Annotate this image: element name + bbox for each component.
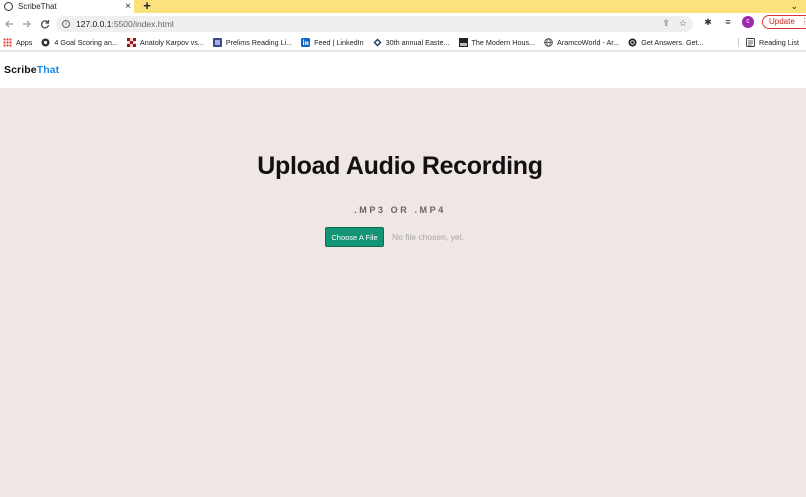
bookmark-linkedin[interactable]: Feed | LinkedIn	[301, 37, 364, 47]
tab-search-icon[interactable]: ⌄	[790, 0, 798, 13]
share-icon[interactable]: ⇪	[662, 18, 670, 29]
browser-toolbar: i 127.0.0.1:5500/index.html ⇪ ☆ ✱ ≡ c Up…	[0, 13, 806, 34]
reading-list-icon	[746, 38, 755, 47]
bookmark-label: Anatoly Karpov vs...	[139, 37, 204, 47]
book-icon	[212, 37, 222, 47]
url-path: :5500/index.html	[111, 19, 174, 29]
reading-list-label: Reading List	[759, 38, 799, 47]
upload-section: Upload Audio Recording .MP3 OR .MP4 Choo…	[0, 88, 806, 497]
bookmark-label: 4 Goal Scoring an...	[54, 37, 118, 47]
url-host: 127.0.0.1	[76, 19, 112, 29]
apps-grid-icon	[3, 37, 12, 47]
bookmark-aramcoworld[interactable]: AramcoWorld - Ar...	[544, 38, 619, 47]
tab-scribethat[interactable]: ScribeThat ×	[0, 0, 134, 13]
forward-arrow-icon[interactable]	[18, 15, 36, 33]
bookmark-get-answers[interactable]: Get Answers. Get...	[628, 37, 704, 47]
bookmark-label: Prelims Reading Li...	[225, 37, 293, 47]
close-icon[interactable]: ×	[122, 0, 134, 13]
file-status-text: No file chosen, yet.	[392, 232, 465, 242]
bookmark-label: Apps	[16, 37, 33, 47]
address-bar[interactable]: i 127.0.0.1:5500/index.html ⇪ ☆	[56, 16, 693, 32]
bookmark-apps[interactable]: Apps	[3, 37, 33, 47]
reload-icon[interactable]	[36, 15, 54, 33]
bookmark-easter[interactable]: 30th annual Easte...	[373, 38, 450, 47]
media-queue-icon[interactable]: ≡	[722, 17, 734, 27]
accepted-formats: .MP3 OR .MP4	[354, 205, 446, 215]
bookmark-label: 30th annual Easte...	[385, 37, 450, 47]
back-arrow-icon[interactable]	[0, 15, 18, 33]
site-logo[interactable]: ScribeThat	[4, 64, 59, 76]
globe-icon	[544, 37, 553, 47]
globe-dark-icon	[41, 38, 50, 47]
chess-icon	[126, 37, 136, 47]
choose-file-button[interactable]: Choose A File	[325, 227, 384, 247]
bookmark-label: The Modern Hous...	[471, 37, 536, 47]
bookmark-modern-house[interactable]: The Modern Hous...	[458, 37, 536, 47]
logo-text-scribe: Scribe	[4, 64, 37, 76]
kebab-menu-icon: ⋮	[800, 17, 806, 26]
answers-icon	[628, 38, 637, 47]
house-icon	[458, 37, 468, 47]
tab-title: ScribeThat	[18, 2, 57, 11]
new-tab-button[interactable]: +	[141, 0, 153, 13]
bookmark-karpov[interactable]: Anatoly Karpov vs...	[126, 37, 204, 47]
bookmark-label: Feed | LinkedIn	[314, 37, 364, 47]
site-info-icon[interactable]: i	[62, 20, 70, 28]
bookmarks-divider	[738, 38, 739, 47]
bookmark-prelims[interactable]: Prelims Reading Li...	[212, 37, 293, 47]
logo-text-that: That	[36, 64, 60, 76]
update-button[interactable]: Update ⋮	[762, 15, 806, 29]
bookmarks-bar: Apps 4 Goal Scoring an... Anatoly Karpov…	[0, 34, 806, 51]
tab-strip: ScribeThat × + ⌄	[0, 0, 806, 13]
globe-icon	[4, 2, 13, 11]
bookmark-label: Get Answers. Get...	[641, 37, 704, 47]
bookmark-goal-scoring[interactable]: 4 Goal Scoring an...	[41, 38, 118, 47]
reading-list-button[interactable]: Reading List	[746, 34, 799, 51]
diamond-icon	[373, 38, 382, 47]
site-header: ScribeThat	[0, 52, 806, 88]
update-label: Update	[769, 17, 795, 26]
linkedin-icon	[301, 37, 311, 47]
extensions-icon[interactable]: ✱	[702, 17, 714, 28]
page-title: Upload Audio Recording	[257, 152, 543, 180]
bookmark-star-icon[interactable]: ☆	[679, 18, 687, 29]
profile-avatar[interactable]: c	[742, 16, 754, 28]
file-upload-row: Choose A File No file chosen, yet.	[325, 227, 464, 247]
bookmark-label: AramcoWorld - Ar...	[557, 37, 620, 47]
